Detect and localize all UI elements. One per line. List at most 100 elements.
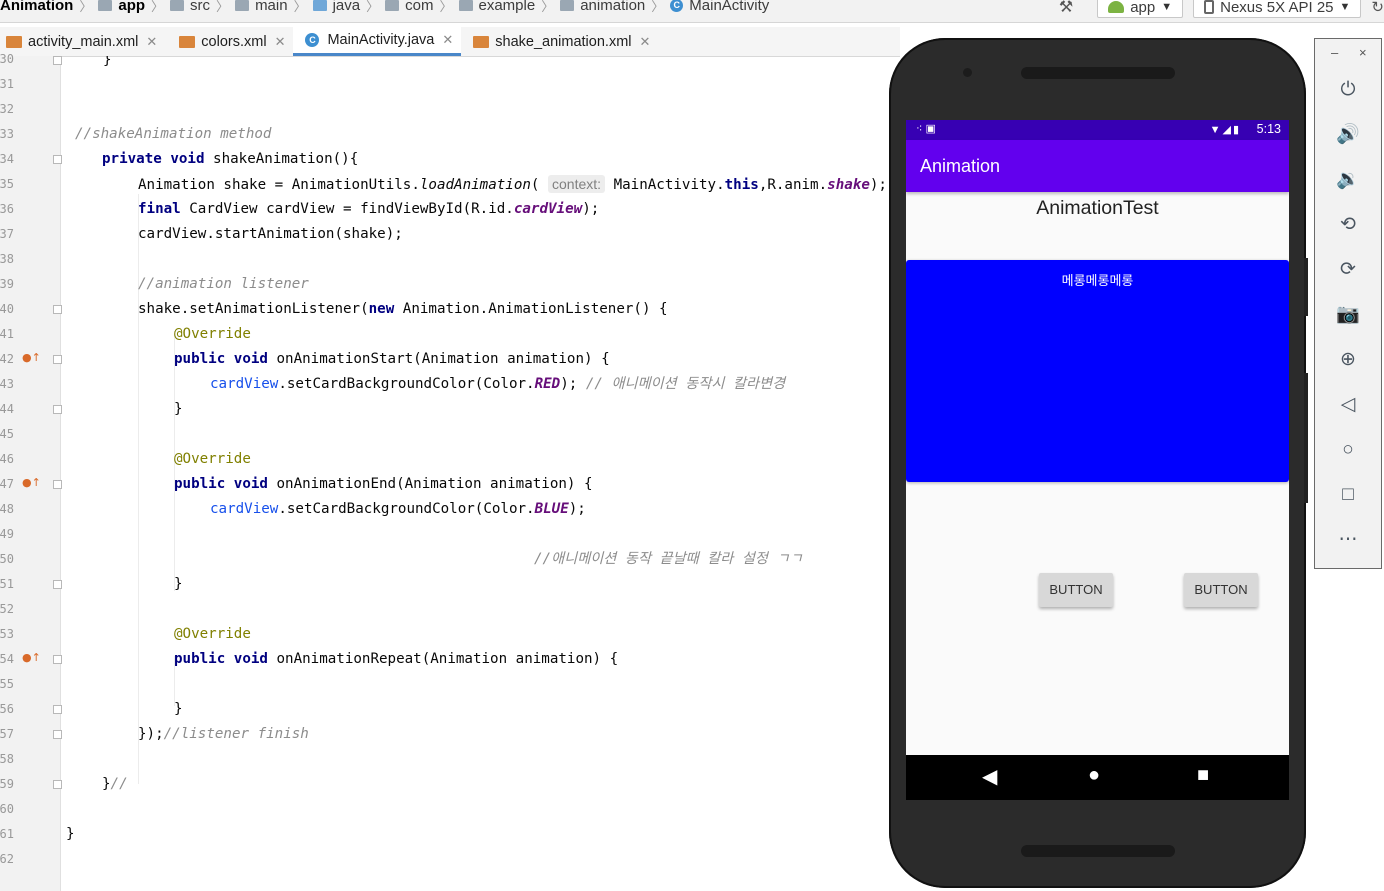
code-editor[interactable]: } //shakeAnimation method private void s…: [61, 56, 901, 891]
line-number: 35: [0, 177, 14, 191]
breadcrumb-item-mainactivity[interactable]: C MainActivity: [670, 0, 769, 14]
line-number: 48: [0, 502, 14, 516]
breadcrumb-item-animation[interactable]: animation 〉: [560, 0, 670, 15]
breadcrumb-item-example[interactable]: example 〉: [458, 0, 561, 15]
tab-colors-xml[interactable]: colors.xml ✕: [165, 27, 293, 56]
tab-activity-main-xml[interactable]: activity_main.xml ✕: [0, 27, 165, 56]
override-method-icon[interactable]: ●↑: [22, 651, 41, 664]
code-line: @Override: [174, 322, 251, 347]
xml-file-icon: [473, 35, 490, 48]
breadcrumb-item-app[interactable]: app 〉: [98, 0, 170, 15]
code-text: cardView.startAnimation(shake);: [138, 226, 403, 242]
line-number: 33: [0, 127, 14, 141]
line-number: 32: [0, 102, 14, 116]
java-class-icon: C: [305, 33, 320, 47]
close-button[interactable]: ×: [1359, 45, 1367, 60]
breadcrumb-item-com[interactable]: com 〉: [385, 0, 458, 15]
line-number: 56: [0, 702, 14, 716]
java-class-icon: C: [670, 0, 684, 12]
line-number: 40: [0, 302, 14, 316]
volume-up-icon[interactable]: 🔊: [1333, 120, 1363, 150]
breadcrumb-label: Animation: [0, 0, 74, 14]
chevron-right-icon: 〉: [541, 0, 555, 14]
line-number: 61: [0, 827, 14, 841]
breadcrumb-label: example: [478, 0, 536, 14]
code-line: cardView.setCardBackgroundColor(Color.BL…: [210, 497, 586, 522]
volume-down-icon[interactable]: 🔉: [1333, 165, 1363, 195]
refresh-icon[interactable]: ↻: [1371, 0, 1384, 16]
close-icon[interactable]: ✕: [442, 32, 453, 48]
line-number: 54: [0, 652, 14, 666]
device-screen[interactable]: ⁖ ▣ ▼◢▮ 5:13 Animation AnimationTest 메롱메…: [906, 120, 1289, 800]
code-text: }: [174, 401, 183, 417]
hammer-build-icon[interactable]: ⚒: [1059, 0, 1073, 17]
breadcrumb-label: java: [332, 0, 361, 14]
code-text: }: [102, 776, 111, 792]
power-icon[interactable]: ⏻: [1333, 75, 1363, 105]
code-text: ,R.anim.: [758, 177, 828, 193]
folder-icon: [170, 0, 185, 11]
line-number: 57: [0, 727, 14, 741]
device-dropdown[interactable]: Nexus 5X API 25 ▼: [1193, 0, 1362, 18]
overview-icon[interactable]: □: [1333, 480, 1363, 510]
button-2[interactable]: BUTTON: [1184, 573, 1258, 607]
parameter-hint: context:: [548, 175, 606, 193]
folder-icon: [235, 0, 250, 11]
line-number: 58: [0, 752, 14, 766]
nav-home-icon[interactable]: ●: [1088, 764, 1100, 787]
breadcrumb-item-project[interactable]: Animation 〉: [0, 0, 98, 15]
folder-icon: [312, 0, 327, 11]
breadcrumb-label: com: [405, 0, 434, 14]
code-annotation: @Override: [174, 451, 251, 467]
code-keyword: public void: [174, 351, 268, 367]
line-number: 30: [0, 52, 14, 66]
volume-side-button[interactable]: [1304, 373, 1308, 503]
front-camera: [963, 68, 972, 77]
chevron-right-icon: 〉: [216, 0, 230, 14]
override-method-icon[interactable]: ●↑: [22, 351, 41, 364]
code-line: shake.setAnimationListener(new Animation…: [138, 297, 668, 322]
run-config-dropdown[interactable]: app ▼: [1097, 0, 1184, 18]
code-text: }: [66, 826, 75, 842]
button-1[interactable]: BUTTON: [1039, 573, 1113, 607]
tab-label: shake_animation.xml: [495, 33, 632, 50]
home-icon[interactable]: ○: [1333, 435, 1363, 465]
override-method-icon[interactable]: ●↑: [22, 476, 41, 489]
more-icon[interactable]: ⋯: [1333, 525, 1363, 555]
code-line: cardView.startAnimation(shake);: [138, 222, 403, 247]
line-number: 50: [0, 552, 14, 566]
navigation-bar: Animation 〉 app 〉 src 〉 main 〉 java 〉 com 〉 ex…: [0, 0, 1384, 23]
zoom-icon[interactable]: ⊕: [1333, 345, 1363, 375]
chevron-right-icon: 〉: [79, 0, 93, 14]
power-side-button[interactable]: [1304, 258, 1308, 316]
tab-mainactivity-java[interactable]: C MainActivity.java ✕: [293, 27, 462, 56]
breadcrumb-item-src[interactable]: src 〉: [170, 0, 235, 15]
code-text: .setCardBackgroundColor(Color.: [278, 376, 535, 392]
notification-icons: ⁖ ▣: [916, 123, 936, 135]
close-icon[interactable]: ✕: [640, 34, 651, 50]
breadcrumb-item-java[interactable]: java 〉: [312, 0, 386, 15]
code-keyword: private void: [102, 151, 205, 167]
emulator-controls-panel: – × ⏻ 🔊 🔉 ⟲ ⟳ 📷 ⊕ ◁ ○ □ ⋯: [1314, 38, 1382, 569]
code-comment: //: [110, 776, 128, 792]
code-text: .setCardBackgroundColor(Color.: [278, 501, 535, 517]
rotate-left-icon[interactable]: ⟲: [1333, 210, 1363, 240]
line-number: 45: [0, 427, 14, 441]
close-icon[interactable]: ✕: [146, 34, 157, 50]
minimize-button[interactable]: –: [1331, 45, 1338, 60]
close-icon[interactable]: ✕: [275, 34, 286, 50]
tab-shake-animation-xml[interactable]: shake_animation.xml ✕: [461, 27, 658, 56]
rotate-right-icon[interactable]: ⟳: [1333, 255, 1363, 285]
line-number: 43: [0, 377, 14, 391]
code-line: });//listener finish: [138, 722, 309, 747]
line-number: 37: [0, 227, 14, 241]
nav-recents-icon[interactable]: ■: [1197, 764, 1209, 787]
breadcrumb-item-main[interactable]: main 〉: [235, 0, 313, 15]
line-number: 46: [0, 452, 14, 466]
back-icon[interactable]: ◁: [1333, 390, 1363, 420]
nav-back-icon[interactable]: ◀: [982, 764, 997, 789]
card-view[interactable]: 메롱메롱메롱: [906, 260, 1289, 482]
camera-icon[interactable]: 📷: [1333, 300, 1363, 330]
code-text: (: [530, 177, 549, 193]
code-annotation: @Override: [174, 626, 251, 642]
